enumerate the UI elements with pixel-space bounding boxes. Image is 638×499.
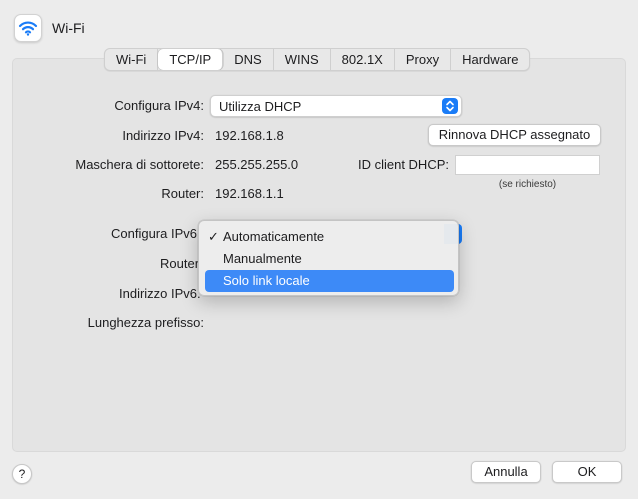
network-settings-window: Wi-Fi Wi-Fi TCP/IP DNS WINS 802.1X Proxy… [0,0,638,499]
tab-dns[interactable]: DNS [223,49,274,70]
ipv4-address-value: 192.168.1.8 [215,128,284,143]
configure-ipv6-menu: ✓ Automaticamente Manualmente Solo link … [198,220,459,296]
dhcp-client-id-hint: (se richiesto) [498,179,557,190]
configure-ipv4-value: Utilizza DHCP [219,99,302,114]
configure-ipv6-label: Configura IPv6 [111,226,197,241]
tab-8021x[interactable]: 802.1X [331,49,395,70]
prefix-length-label: Lunghezza prefisso: [87,315,204,330]
checkmark-icon: ✓ [208,229,219,244]
ipv6-address-label: Indirizzo IPv6. [119,286,201,301]
menu-item-automaticamente[interactable]: ✓ Automaticamente [205,226,454,248]
cancel-button[interactable]: Annulla [471,461,541,483]
tab-proxy[interactable]: Proxy [395,49,452,70]
menu-item-label: Solo link locale [223,273,310,288]
ipv4-address-label: Indirizzo IPv4: [122,128,204,143]
tab-wins[interactable]: WINS [274,49,331,70]
help-button[interactable]: ? [12,464,32,484]
tab-hardware[interactable]: Hardware [451,49,529,70]
subnet-mask-value: 255.255.255.0 [215,157,299,172]
configure-ipv4-popup[interactable]: Utilizza DHCP [210,95,462,117]
menu-item-solo-link-locale[interactable]: Solo link locale [205,270,454,292]
router-label: Router: [161,186,204,201]
ok-button[interactable]: OK [552,461,622,483]
menu-item-label: Automaticamente [223,229,325,244]
window-title: Wi-Fi [52,20,85,36]
dhcp-client-id-label: ID client DHCP: [357,157,449,172]
renew-dhcp-button[interactable]: Rinnova DHCP assegnato [428,124,601,146]
configure-ipv4-label: Configura IPv4: [114,98,204,113]
router-value: 192.168.1.1 [215,186,284,201]
popup-arrows-icon [442,98,458,114]
wifi-icon [14,14,42,42]
menu-item-manualmente[interactable]: Manualmente [205,248,454,270]
subnet-mask-label: Maschera di sottorete: [75,157,204,172]
menu-item-label: Manualmente [223,251,302,266]
dhcp-client-id-input[interactable] [455,155,600,175]
ipv6-router-label: Router [160,256,200,271]
tab-bar: Wi-Fi TCP/IP DNS WINS 802.1X Proxy Hardw… [104,48,531,71]
tab-wifi[interactable]: Wi-Fi [105,49,159,70]
tab-tcpip[interactable]: TCP/IP [158,49,224,70]
